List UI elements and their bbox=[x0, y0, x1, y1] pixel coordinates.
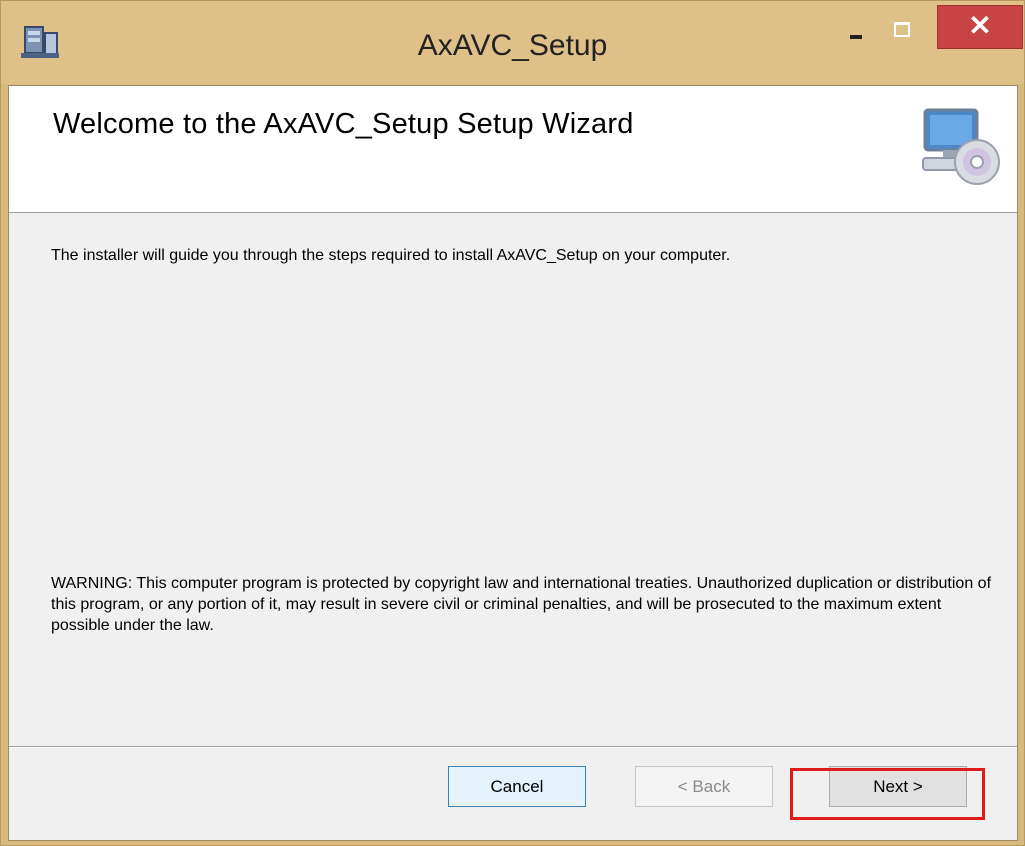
minimize-icon bbox=[850, 35, 862, 39]
intro-text: The installer will guide you through the… bbox=[51, 247, 731, 264]
maximize-icon bbox=[894, 22, 910, 37]
wizard-banner: Welcome to the AxAVC_Setup Setup Wizard bbox=[9, 86, 1017, 213]
wizard-heading: Welcome to the AxAVC_Setup Setup Wizard bbox=[53, 108, 634, 140]
close-icon: ✕ bbox=[968, 10, 992, 41]
minimize-button[interactable] bbox=[837, 7, 871, 41]
divider-highlight bbox=[9, 747, 1017, 748]
wizard-body: Welcome to the AxAVC_Setup Setup Wizard … bbox=[8, 85, 1018, 841]
next-button-highlight bbox=[790, 768, 985, 820]
maximize-button[interactable] bbox=[881, 7, 921, 41]
title-bar[interactable]: AxAVC_Setup ✕ bbox=[1, 1, 1024, 84]
close-button[interactable]: ✕ bbox=[937, 5, 1023, 49]
back-button[interactable]: < Back bbox=[635, 766, 773, 807]
copyright-warning: WARNING: This computer program is protec… bbox=[51, 575, 992, 634]
cancel-button[interactable]: Cancel bbox=[448, 766, 586, 807]
computer-with-disc-icon bbox=[922, 108, 1000, 185]
installer-window: AxAVC_Setup ✕ Welcome to the AxAVC_Setup… bbox=[0, 0, 1025, 846]
